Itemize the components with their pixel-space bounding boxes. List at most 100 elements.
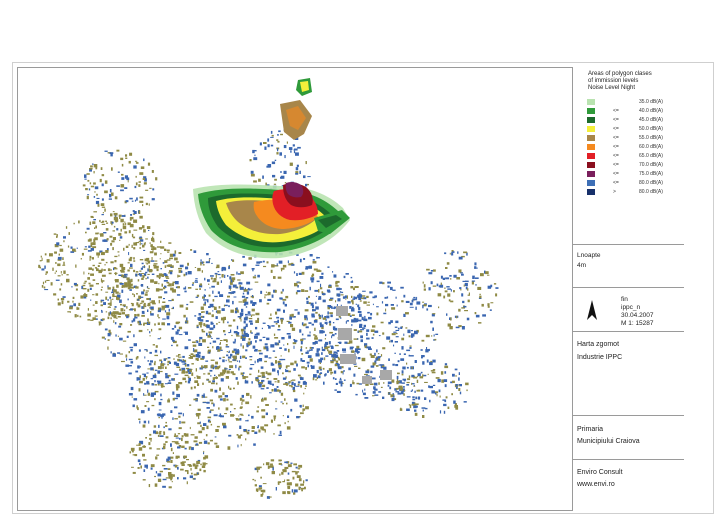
building — [235, 286, 238, 289]
building — [227, 359, 230, 361]
building — [203, 440, 208, 444]
building — [181, 421, 186, 424]
building — [134, 316, 138, 319]
building — [206, 407, 210, 409]
info-cell-client: Primaria Municipiului Craiova — [573, 416, 684, 460]
building — [147, 407, 150, 411]
building — [41, 268, 45, 271]
building — [143, 322, 148, 325]
building — [165, 366, 167, 369]
building — [280, 171, 282, 173]
building — [250, 332, 253, 334]
building — [89, 221, 92, 225]
building — [270, 362, 273, 366]
building — [110, 242, 113, 246]
building — [83, 294, 88, 297]
building — [463, 305, 467, 308]
building — [198, 441, 203, 444]
building — [68, 232, 70, 235]
building — [120, 308, 124, 312]
building — [382, 347, 386, 350]
building — [233, 296, 237, 298]
building — [252, 295, 254, 297]
legend-level: 80.0 dB(A) — [639, 180, 663, 186]
building — [251, 415, 254, 419]
building — [95, 293, 99, 296]
building — [418, 396, 421, 400]
building — [263, 397, 267, 401]
building — [202, 339, 206, 343]
file-label: fin — [621, 296, 628, 303]
building — [118, 325, 122, 328]
building — [439, 284, 444, 288]
building — [186, 303, 189, 306]
building — [277, 134, 279, 136]
building — [248, 287, 250, 290]
building — [94, 315, 98, 317]
building — [240, 434, 243, 436]
building — [200, 259, 202, 261]
building — [180, 468, 184, 471]
building — [280, 133, 283, 136]
building — [334, 378, 337, 380]
building — [374, 394, 379, 396]
building — [61, 300, 64, 305]
building — [405, 300, 410, 303]
building — [115, 272, 117, 276]
building — [340, 370, 343, 374]
building — [407, 329, 411, 334]
building — [130, 361, 134, 364]
building — [421, 407, 426, 409]
building — [287, 491, 291, 495]
building — [412, 298, 417, 301]
building — [66, 274, 69, 276]
building — [103, 302, 106, 305]
building — [422, 361, 425, 365]
building — [254, 335, 258, 339]
building — [167, 382, 172, 384]
building — [454, 368, 458, 371]
building — [265, 404, 269, 406]
building — [232, 359, 236, 361]
building — [286, 333, 291, 335]
building — [295, 471, 300, 473]
building — [189, 465, 192, 467]
north-arrow-icon — [587, 300, 597, 320]
building — [403, 393, 405, 396]
building — [205, 320, 209, 322]
building — [136, 293, 138, 295]
building — [182, 355, 185, 358]
building — [262, 376, 266, 378]
building — [267, 372, 272, 376]
building — [302, 324, 305, 327]
building — [197, 413, 201, 416]
building — [158, 299, 160, 304]
building — [285, 295, 289, 299]
building — [182, 363, 185, 365]
building — [406, 349, 411, 352]
building — [382, 332, 385, 335]
building — [165, 441, 168, 443]
building — [195, 368, 197, 372]
building — [253, 443, 256, 446]
building — [370, 312, 373, 316]
building — [471, 281, 474, 285]
building — [300, 341, 303, 345]
building — [209, 410, 212, 414]
building — [235, 350, 240, 354]
building — [266, 347, 269, 352]
building — [93, 196, 96, 198]
building — [150, 279, 154, 283]
company-website[interactable]: www.envi.ro — [577, 480, 615, 489]
building — [75, 264, 77, 268]
building — [241, 308, 244, 313]
building — [210, 388, 213, 392]
building — [349, 306, 352, 309]
building — [173, 378, 175, 380]
building — [113, 320, 115, 323]
building — [265, 371, 268, 375]
building — [302, 404, 304, 407]
building — [162, 301, 166, 303]
building — [284, 398, 286, 401]
building — [293, 489, 298, 493]
